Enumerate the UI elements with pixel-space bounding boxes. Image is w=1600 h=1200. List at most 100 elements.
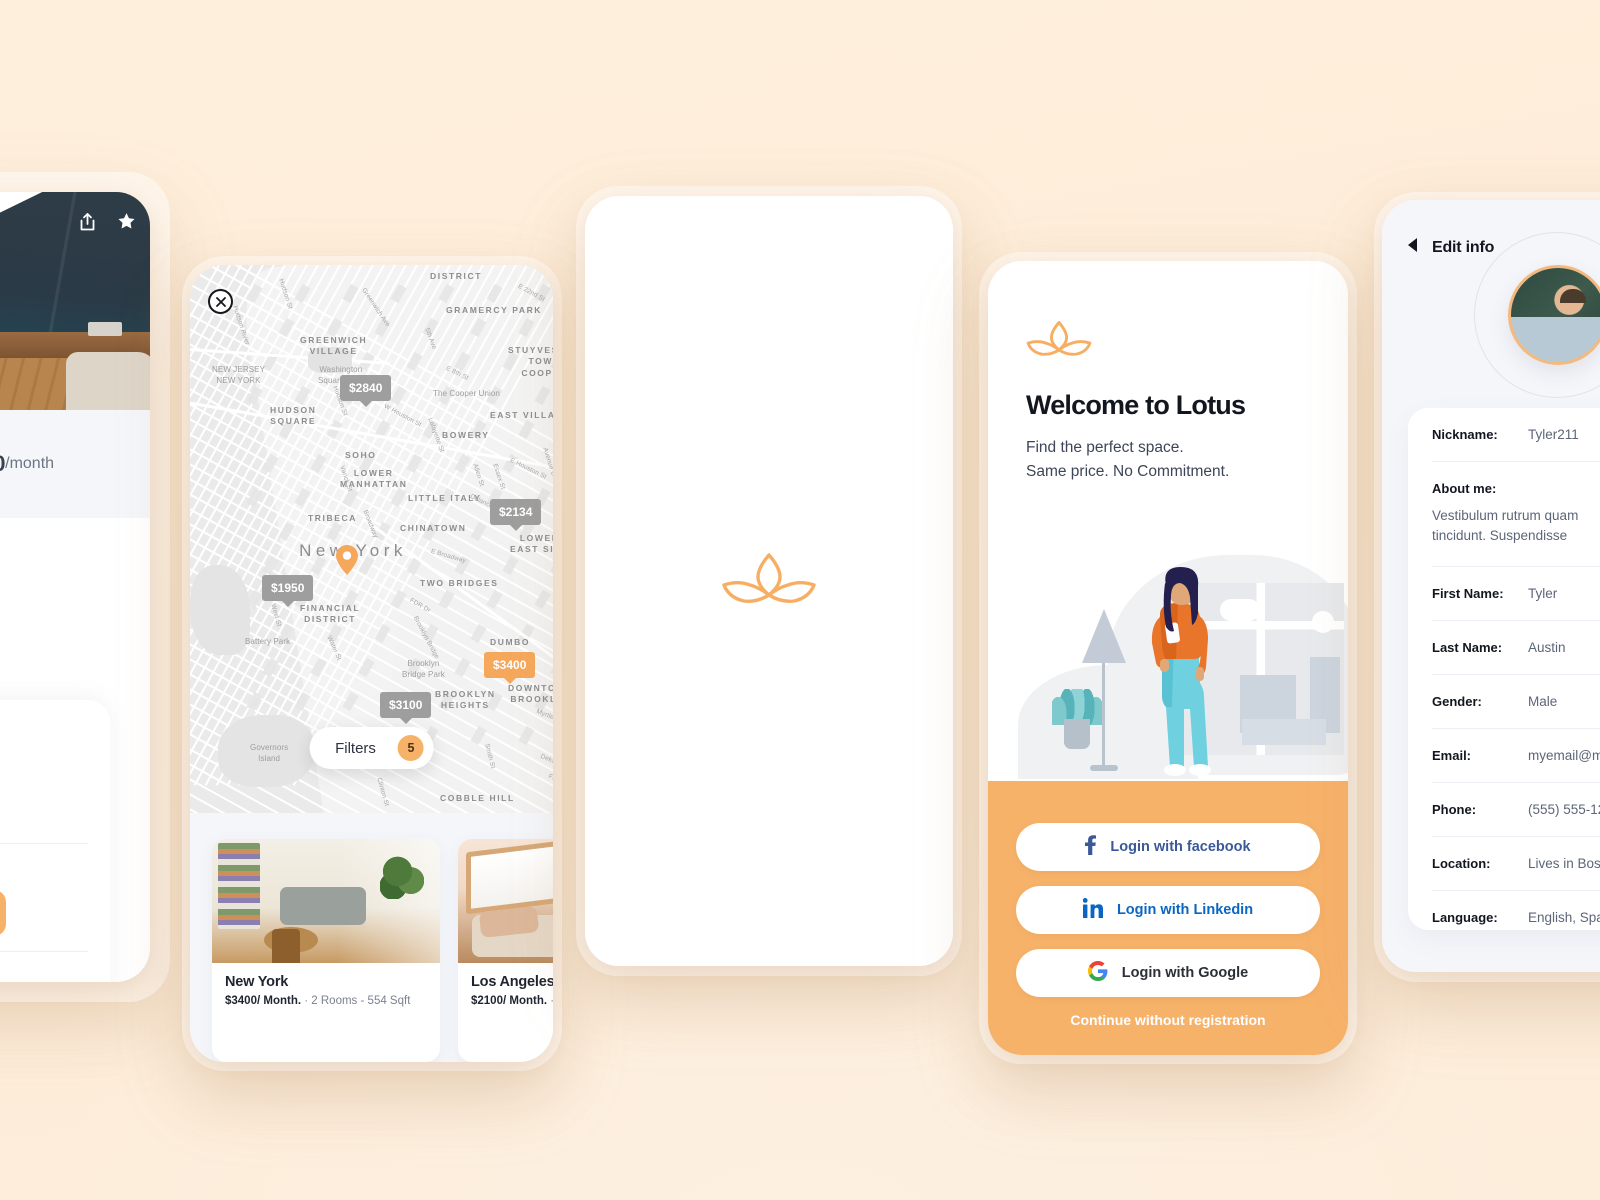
listing-city: Los Angeles — [471, 974, 553, 990]
field-row[interactable]: Last Name: Austin — [1432, 621, 1600, 655]
listing-price: $3400 /month — [0, 410, 150, 518]
map-place-label: Battery Park — [245, 637, 291, 646]
map-place-label: Governors Island — [250, 743, 289, 763]
map-neighborhood-label: COBBLE HILL — [440, 793, 515, 803]
listing-meta: $3400/ Month. · 2 Rooms - 554 Sqft — [225, 995, 427, 1007]
welcome-login-screen: Welcome to Lotus Find the perfect space.… — [988, 261, 1348, 1055]
filters-label: Filters — [335, 739, 376, 757]
login-linkedin-button[interactable]: Login with Linkedin — [1016, 886, 1320, 934]
field-value: Male — [1528, 693, 1558, 709]
map-neighborhood-label: STUYVESANT TOWN COOPER — [508, 345, 553, 378]
field-value: Vestibulum rutrum quam tincidunt. Suspen… — [1432, 508, 1579, 544]
listing-specs: 6 Beds 356 Sqft — [0, 765, 88, 821]
lotus-logo-icon — [1026, 321, 1092, 363]
map-price-marker[interactable]: $3400 — [484, 652, 536, 678]
field-row[interactable]: Location: Lives in Boston — [1432, 837, 1600, 871]
field-label: Gender: — [1432, 693, 1482, 709]
list-item[interactable]: New York $3400/ Month. · 2 Rooms - 554 S… — [212, 839, 440, 1062]
field-value: English, Spanish — [1528, 909, 1600, 925]
linkedin-icon — [1082, 898, 1103, 922]
listing-rooms: · 2 Rooms - — [304, 995, 365, 1007]
map-neighborhood-label: DOWNTOWN BROOKLYN — [508, 683, 553, 705]
field-label: Phone: — [1432, 801, 1477, 817]
edit-info-screen: Edit info Nickname: Tyler211 About me: V… — [1382, 200, 1600, 972]
map-neighborhood-label: BOWERY — [442, 430, 490, 440]
continue-without-registration-link[interactable]: Continue without registration — [1016, 1012, 1320, 1028]
spec-beds: 6 Beds — [0, 765, 88, 785]
map-neighborhood-label: HUDSON SQUARE — [270, 405, 317, 427]
spec-area: 356 Sqft — [0, 801, 88, 821]
login-linkedin-label: Login with Linkedin — [1116, 902, 1254, 918]
login-options-panel: Login with facebook Login with Linkedin — [988, 781, 1348, 1055]
map-neighborhood-label: TRIBECA — [308, 513, 357, 523]
map-neighborhood-label: CHINATOWN — [400, 523, 467, 533]
field-label: About me: — [1432, 481, 1497, 496]
field-row[interactable]: About me: Vestibulum rutrum quam tincidu… — [1432, 462, 1600, 547]
field-row[interactable]: Phone: (555) 555-1234 — [1432, 783, 1600, 817]
listing-description: tae fringilla tortor urna. Ut culis null… — [0, 864, 88, 929]
listing-hero-image — [0, 192, 150, 410]
field-value: Austin — [1528, 639, 1566, 655]
login-google-button[interactable]: Login with Google — [1016, 949, 1320, 997]
field-label: Nickname: — [1432, 427, 1498, 442]
filters-button[interactable]: Filters 5 — [309, 727, 434, 769]
listing-info-card: Room 6 Beds — [0, 700, 110, 982]
facebook-icon — [1085, 835, 1097, 859]
listing-amenities: Pool Pets Allowed — [0, 978, 88, 982]
lotus-logo-icon — [721, 550, 817, 613]
map-price-marker[interactable]: $1950 — [262, 575, 314, 601]
divider — [0, 951, 88, 953]
login-google-label: Login with Google — [1121, 965, 1249, 981]
map-neighborhood-label: GREENWICH VILLAGE — [300, 335, 368, 357]
field-label: First Name: — [1432, 585, 1504, 601]
avatar[interactable] — [1508, 265, 1600, 365]
field-row[interactable]: Language: English, Spanish — [1432, 891, 1600, 925]
room-title: Room — [0, 722, 88, 739]
listing-meta: $2100/ Month. · 2 Rooms — [471, 995, 553, 1007]
person-illustration — [1138, 567, 1218, 779]
subtitle-line-1: Find the perfect space. — [1026, 439, 1184, 456]
map-place-label: The Cooper Union — [433, 389, 500, 398]
divider — [0, 843, 88, 844]
filters-count-badge: 5 — [397, 735, 424, 761]
login-facebook-label: Login with facebook — [1110, 839, 1251, 855]
map-neighborhood-label: BROOKLYN HEIGHTS — [435, 689, 496, 711]
welcome-illustration — [988, 547, 1348, 779]
subtitle-line-2: Same price. No Commitment. — [1026, 463, 1230, 481]
map-canvas[interactable]: DISTRICT GRAMERCY PARK GREENWICH VILLAGE ST… — [190, 265, 553, 813]
listing-price: $3400/ Month. — [225, 995, 302, 1007]
field-value: (555) 555-1234 — [1528, 801, 1600, 817]
map-price-marker[interactable]: $3100 — [380, 692, 432, 718]
map-neighborhood-label: FINANCIAL DISTRICT — [300, 603, 361, 625]
map-search-screen: DISTRICT GRAMERCY PARK GREENWICH VILLAGE ST… — [190, 265, 553, 1062]
map-place-label: Brooklyn Bridge Park — [402, 659, 445, 679]
star-icon[interactable] — [117, 212, 136, 232]
field-label: Last Name: — [1432, 639, 1503, 655]
listing-thumbnail — [458, 839, 553, 963]
field-row[interactable]: Email: myemail@mail.com — [1432, 729, 1600, 763]
field-row[interactable]: Gender: Male — [1432, 675, 1600, 709]
map-neighborhood-label: TWO BRIDGES — [420, 578, 499, 588]
map-neighborhood-label: GRAMERCY PARK — [446, 305, 543, 315]
back-arrow-icon[interactable] — [1408, 238, 1417, 257]
edit-info-fields: Nickname: Tyler211 About me: Vestibulum … — [1408, 408, 1600, 930]
map-price-marker[interactable]: $2840 — [340, 375, 392, 401]
close-icon[interactable] — [208, 289, 233, 314]
login-facebook-button[interactable]: Login with facebook — [1016, 823, 1320, 871]
listing-sqft: 554 Sqft — [367, 995, 411, 1007]
field-row[interactable]: First Name: Tyler — [1432, 567, 1600, 601]
listing-carousel[interactable]: New York $3400/ Month. · 2 Rooms - 554 S… — [190, 813, 553, 1062]
google-icon — [1087, 961, 1108, 985]
field-value: Lives in Boston — [1528, 855, 1600, 871]
page-subtitle: Find the perfect space. Same price. No C… — [1026, 436, 1310, 484]
listing-thumbnail — [212, 839, 440, 963]
list-item[interactable]: Los Angeles $2100/ Month. · 2 Rooms — [458, 839, 553, 1062]
price-period: /month — [5, 455, 55, 472]
share-icon[interactable] — [78, 212, 97, 232]
listing-detail-screen: $3400 /month Room 6 Beds — [0, 192, 150, 982]
field-value: Tyler211 — [1528, 427, 1579, 442]
map-place-label: NEW JERSEY NEW YORK — [212, 365, 266, 385]
field-value: myemail@mail.com — [1528, 747, 1600, 763]
field-row[interactable]: Nickname: Tyler211 — [1432, 408, 1600, 442]
map-price-marker[interactable]: $2134 — [490, 499, 542, 525]
